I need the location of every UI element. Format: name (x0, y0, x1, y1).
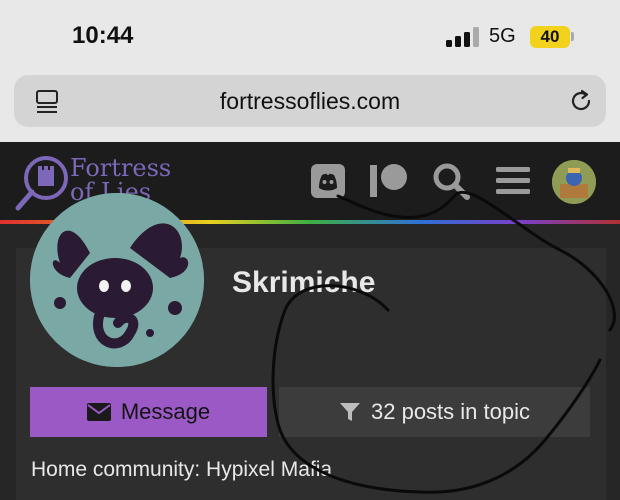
search-icon[interactable] (432, 162, 470, 200)
shadow-creature-avatar-image (30, 193, 204, 367)
address-bar[interactable]: fortressoflies.com (14, 75, 606, 127)
current-user-avatar[interactable] (552, 160, 596, 204)
user-avatar-image (552, 160, 596, 204)
hamburger-menu-icon[interactable] (494, 162, 532, 200)
patreon-icon[interactable] (370, 162, 408, 200)
message-button-label: Message (120, 399, 211, 424)
profile-username: Skrimiche (232, 266, 376, 299)
signal-strength-icon (446, 27, 479, 47)
browser-toolbar: fortressoflies.com (0, 70, 620, 142)
url-text[interactable]: fortressoflies.com (14, 88, 606, 115)
profile-avatar[interactable] (30, 193, 204, 367)
discord-icon[interactable] (309, 162, 347, 200)
logo-line-1: Fortress (70, 154, 172, 182)
envelope-icon (86, 403, 111, 421)
reload-icon[interactable] (568, 88, 594, 114)
battery-tip (571, 32, 574, 41)
network-type: 5G (489, 25, 516, 47)
home-community-text: Home community: Hypixel Mafia (31, 458, 333, 481)
battery-indicator: 40 (530, 26, 570, 48)
filter-posts-button[interactable]: 32 posts in topic (279, 387, 590, 437)
status-time: 10:44 (72, 22, 134, 49)
filter-button-label: 32 posts in topic (371, 399, 530, 424)
message-button[interactable]: Message (30, 387, 267, 437)
ios-status-bar: 10:44 5G 40 (0, 0, 620, 70)
filter-icon (340, 403, 360, 421)
